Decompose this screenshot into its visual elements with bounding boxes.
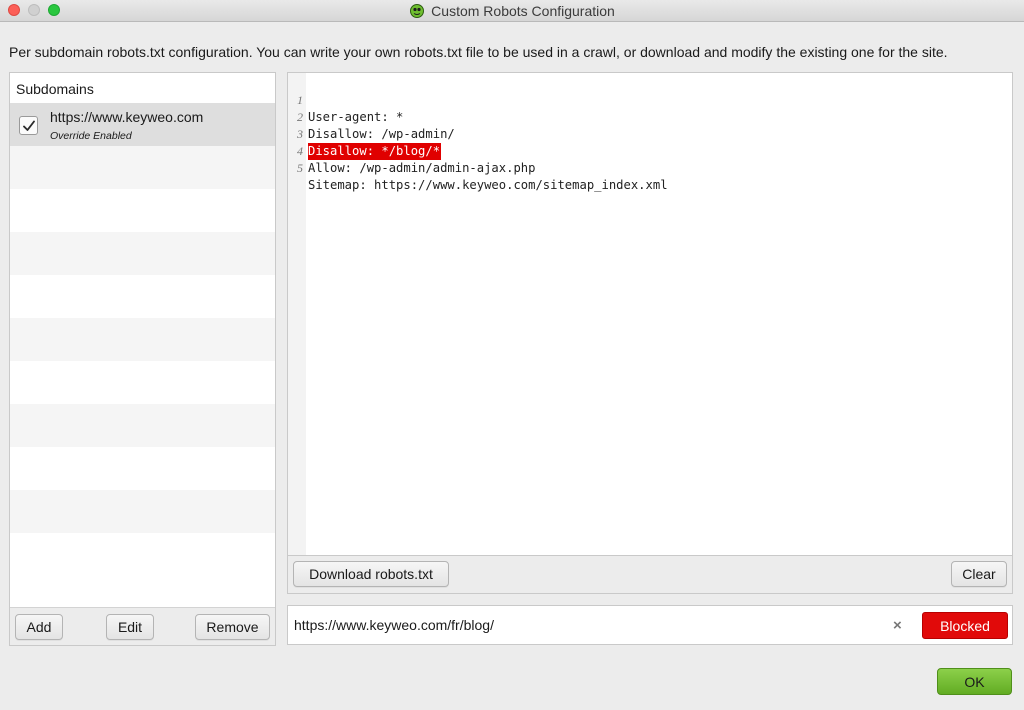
blocked-status-badge: Blocked bbox=[922, 612, 1008, 639]
code-line: 4 Allow: /wp-admin/admin-ajax.php bbox=[288, 126, 535, 175]
line-text: Allow: /wp-admin/admin-ajax.php bbox=[308, 161, 536, 175]
subdomain-status: Override Enabled bbox=[50, 130, 132, 142]
line-text: Disallow: /wp-admin/ bbox=[308, 127, 455, 141]
empty-row bbox=[10, 232, 275, 275]
line-text: Sitemap: https://www.keyweo.com/sitemap_… bbox=[308, 178, 668, 192]
highlighted-line-text: Disallow: */blog/* bbox=[308, 143, 442, 160]
add-button[interactable]: Add bbox=[15, 614, 63, 640]
window-title: Custom Robots Configuration bbox=[431, 3, 615, 19]
clear-url-icon[interactable]: × bbox=[893, 617, 902, 634]
empty-row bbox=[10, 490, 275, 533]
empty-row bbox=[10, 318, 275, 361]
subdomain-row[interactable]: https://www.keyweo.com Override Enabled bbox=[10, 103, 275, 146]
checkmark-icon bbox=[23, 120, 35, 131]
empty-row bbox=[10, 146, 275, 189]
empty-row bbox=[10, 404, 275, 447]
empty-row bbox=[10, 533, 275, 576]
remove-button[interactable]: Remove bbox=[195, 614, 270, 640]
subdomains-header: Subdomains bbox=[16, 81, 94, 97]
line-text: User-agent: * bbox=[308, 110, 404, 124]
empty-row bbox=[10, 189, 275, 232]
download-robots-button[interactable]: Download robots.txt bbox=[293, 561, 449, 587]
code-line: 5 Sitemap: https://www.keyweo.com/sitema… bbox=[288, 143, 668, 192]
url-test-bar: https://www.keyweo.com/fr/blog/ × Blocke… bbox=[287, 605, 1013, 645]
title-bar: Custom Robots Configuration bbox=[0, 0, 1024, 22]
edit-button[interactable]: Edit bbox=[106, 614, 154, 640]
spider-frog-icon bbox=[409, 3, 425, 19]
robots-txt-editor[interactable]: 1 User-agent: * 2 Disallow: /wp-admin/ 3… bbox=[287, 72, 1013, 556]
empty-row bbox=[10, 361, 275, 404]
test-url-input[interactable]: https://www.keyweo.com/fr/blog/ bbox=[294, 617, 494, 633]
subdomains-toolbar: Add Edit Remove bbox=[10, 607, 275, 645]
code-line: 2 Disallow: /wp-admin/ bbox=[288, 92, 455, 141]
window-title-group: Custom Robots Configuration bbox=[0, 0, 1024, 22]
clear-button[interactable]: Clear bbox=[951, 561, 1007, 587]
subdomains-panel: Subdomains https://www.keyweo.com Overri… bbox=[9, 72, 276, 646]
subdomain-url: https://www.keyweo.com bbox=[50, 109, 204, 125]
editor-toolbar: Download robots.txt Clear bbox=[287, 556, 1013, 594]
code-line: 1 User-agent: * bbox=[288, 75, 403, 124]
description-text: Per subdomain robots.txt configuration. … bbox=[9, 44, 948, 60]
line-number: 5 bbox=[297, 161, 303, 175]
empty-row bbox=[10, 447, 275, 490]
code-line: 3 Disallow: */blog/* bbox=[288, 109, 442, 160]
ok-button[interactable]: OK bbox=[937, 668, 1012, 695]
override-checkbox[interactable] bbox=[19, 116, 38, 135]
empty-row bbox=[10, 275, 275, 318]
